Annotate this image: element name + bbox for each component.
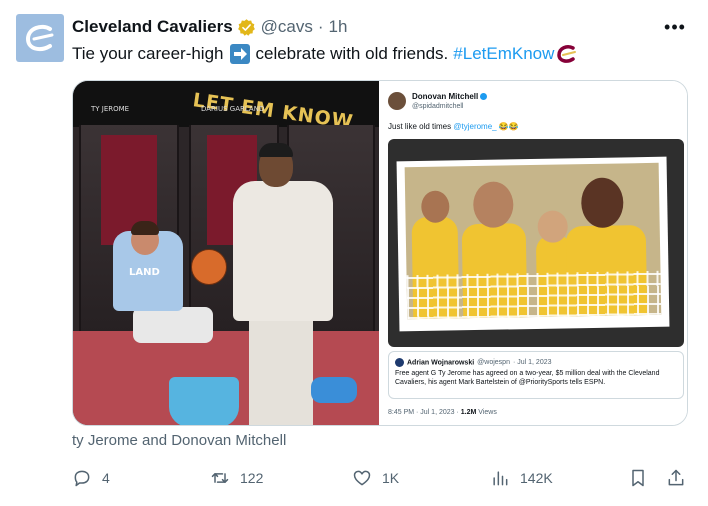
embedded-author-name-text: Donovan Mitchell xyxy=(412,92,479,101)
tweet-text-part2: celebrate with old friends. xyxy=(255,44,449,63)
quoted-post-body: Free agent G Ty Jerome has agreed on a t… xyxy=(395,370,660,386)
quoted-post-date: · Jul 1, 2023 xyxy=(512,359,552,367)
like-count: 1K xyxy=(382,470,400,486)
tweet-media[interactable]: LET EM KNOW. TY JEROME DARIUS GARLAND LA… xyxy=(72,80,688,426)
like-button[interactable]: 1K xyxy=(352,464,399,492)
embedded-post-text: Just like old times @tyjerome_ 😂😂 xyxy=(388,122,519,131)
cavs-hashflag-icon xyxy=(557,45,577,63)
views-button[interactable]: 142K xyxy=(490,464,553,492)
blue-sneakers xyxy=(311,377,357,403)
nameplate-ty-jerome: TY JEROME xyxy=(91,105,130,113)
embedded-footer-time: 8:45 PM · Jul 1, 2023 · xyxy=(388,409,459,416)
tweet-text-part1: Tie your career-high xyxy=(72,44,224,63)
tweet-card[interactable]: Cleveland Cavaliers @cavs · 1h ••• Tie y… xyxy=(0,0,708,506)
standing-person xyxy=(233,181,333,321)
embedded-post-screenshot[interactable]: Donovan Mitchell @spidadmitchell Just li… xyxy=(381,81,687,425)
share-button[interactable] xyxy=(666,464,686,492)
fence-net xyxy=(406,270,662,320)
embedded-author-avatar xyxy=(388,92,406,110)
reply-icon xyxy=(74,470,90,487)
action-bar: 4 122 1K 142K xyxy=(72,464,692,492)
embedded-post-footer: 8:45 PM · Jul 1, 2023 · 1.2M Views xyxy=(388,409,497,416)
right-arrow-emoji-icon xyxy=(229,44,250,64)
quoted-post: Adrian Wojnarowski @wojespn · Jul 1, 2023 … xyxy=(388,351,684,399)
cavs-c-logo-icon xyxy=(25,24,54,52)
standing-person-legs xyxy=(249,317,313,425)
header-separator: · xyxy=(317,17,324,36)
locker-room-photo[interactable]: LET EM KNOW. TY JEROME DARIUS GARLAND LA… xyxy=(73,81,379,425)
standing-person-cap xyxy=(259,143,293,157)
hashtag-link[interactable]: #LetEmKnow xyxy=(453,42,554,66)
jersey-text: LAND xyxy=(129,267,160,278)
tweet-timestamp[interactable]: 1h xyxy=(329,17,348,37)
more-options-icon[interactable]: ••• xyxy=(664,16,686,38)
reply-button[interactable]: 4 xyxy=(72,464,110,492)
embedded-author-handle: @spidadmitchell xyxy=(412,103,464,110)
embedded-author-name: Donovan Mitchell xyxy=(412,92,488,101)
reply-count: 4 xyxy=(102,470,110,486)
seated-player-hair xyxy=(131,221,159,235)
blue-bucket xyxy=(169,377,239,425)
kid-right-head xyxy=(580,177,624,229)
old-team-photo xyxy=(388,139,684,347)
quoted-post-header: Adrian Wojnarowski @wojespn · Jul 1, 2023 xyxy=(395,358,552,367)
views-count: 142K xyxy=(520,470,553,486)
nameplate-darius-garland: DARIUS GARLAND xyxy=(201,105,265,113)
polaroid-print xyxy=(396,156,670,332)
basketball xyxy=(191,249,227,285)
quoted-author-handle: @wojespn xyxy=(477,359,510,367)
author-handle[interactable]: @cavs xyxy=(261,17,313,37)
seated-player-legs xyxy=(133,307,213,343)
embedded-mention: @tyjerome_ xyxy=(453,122,497,131)
media-caption: ty Jerome and Donovan Mitchell xyxy=(72,432,287,449)
repost-count: 122 xyxy=(240,470,264,486)
bookmark-button[interactable] xyxy=(628,464,648,492)
tweet-header: Cleveland Cavaliers @cavs · 1h xyxy=(72,16,347,38)
embedded-footer-views: 1.2M xyxy=(460,409,477,416)
bookmark-icon xyxy=(632,469,644,487)
verified-badge-icon[interactable] xyxy=(237,18,256,37)
share-icon xyxy=(668,469,684,486)
tweet-text: Tie your career-high celebrate with old … xyxy=(72,42,578,66)
embedded-emoji: 😂😂 xyxy=(498,122,519,131)
repost-button[interactable]: 122 xyxy=(210,464,263,492)
author-avatar[interactable] xyxy=(16,14,64,62)
quoted-author-name: Adrian Wojnarowski xyxy=(407,359,475,367)
embedded-verified-icon xyxy=(480,93,488,101)
kid-center-head xyxy=(472,181,514,229)
polaroid-image xyxy=(404,162,662,320)
quoted-author-avatar xyxy=(395,358,404,367)
author-name[interactable]: Cleveland Cavaliers xyxy=(72,17,233,37)
repost-icon xyxy=(211,473,229,483)
embedded-text-body: Just like old times xyxy=(388,122,452,131)
embedded-footer-views-label: Views xyxy=(478,409,497,416)
heart-icon xyxy=(353,470,371,486)
views-bar-chart-icon xyxy=(493,471,508,486)
